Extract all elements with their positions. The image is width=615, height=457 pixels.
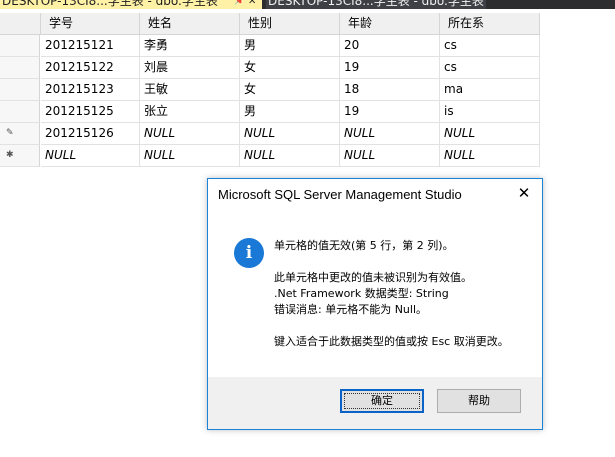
table-cell[interactable]: 刘晨 [140, 57, 240, 79]
column-header[interactable]: 所在系 [440, 13, 540, 35]
table-cell[interactable]: 201215126 [41, 123, 140, 145]
column-header[interactable]: 学号 [41, 13, 140, 35]
table-cell[interactable]: 李勇 [140, 35, 240, 57]
focus-rectangle [344, 393, 420, 409]
table-cell[interactable]: NULL [41, 145, 140, 167]
column-header[interactable]: 年龄 [340, 13, 440, 35]
tab-student-table-active[interactable]: DESKTOP-13CI8...学生表 - dbo.学生表 📌 ✕ [0, 0, 262, 9]
table-cell[interactable]: 201215122 [41, 57, 140, 79]
table-cell[interactable]: NULL [240, 145, 340, 167]
table-cell[interactable]: 女 [240, 79, 340, 101]
dialog-message-line: 此单元格中更改的值未被识别为有效值。 [274, 271, 472, 284]
table-cell[interactable]: 20 [340, 35, 440, 57]
table-cell[interactable]: NULL [440, 145, 540, 167]
error-dialog: Microsoft SQL Server Management Studio ✕… [207, 178, 543, 430]
table-cell[interactable]: cs [440, 35, 540, 57]
table-cell[interactable]: is [440, 101, 540, 123]
dialog-title: Microsoft SQL Server Management Studio [218, 187, 462, 202]
info-icon: i [234, 238, 264, 268]
row-selector[interactable] [0, 79, 40, 101]
row-selector[interactable]: ✎ [0, 123, 40, 145]
table-cell[interactable]: cs [440, 57, 540, 79]
dialog-message-line: .Net Framework 数据类型: String [274, 287, 449, 300]
table-cell[interactable]: 男 [240, 35, 340, 57]
table-cell[interactable]: 201215121 [41, 35, 140, 57]
table-cell[interactable]: NULL [340, 145, 440, 167]
dialog-button-bar: 确定 帮助 [208, 377, 542, 429]
column-header[interactable]: 姓名 [140, 13, 240, 35]
table-cell[interactable]: NULL [140, 145, 240, 167]
help-button-label: 帮助 [468, 394, 490, 407]
help-button[interactable]: 帮助 [437, 389, 521, 413]
row-selector[interactable] [0, 101, 40, 123]
row-selector[interactable] [0, 35, 40, 57]
table-cell[interactable]: 张立 [140, 101, 240, 123]
close-icon[interactable]: ✕ [515, 184, 533, 202]
pin-icon[interactable]: 📌 [234, 0, 245, 9]
tab-student-table[interactable]: DESKTOP-13CI8...学生表 - dbo.学生表 [266, 0, 486, 9]
table-cell[interactable]: 王敏 [140, 79, 240, 101]
table-cell[interactable]: 19 [340, 57, 440, 79]
dialog-message-line: 键入适合于此数据类型的值或按 Esc 取消更改。 [274, 335, 509, 348]
table-cell[interactable]: NULL [240, 123, 340, 145]
table-cell[interactable]: 201215123 [41, 79, 140, 101]
dialog-message-line: 单元格的值无效(第 5 行，第 2 列)。 [274, 239, 454, 252]
dialog-message-line: 错误消息: 单元格不能为 Null。 [274, 303, 428, 316]
row-selector[interactable]: ✱ [0, 145, 40, 167]
table-cell[interactable]: 男 [240, 101, 340, 123]
row-header-corner [0, 13, 41, 35]
table-cell[interactable]: NULL [140, 123, 240, 145]
table-cell[interactable]: 18 [340, 79, 440, 101]
table-cell[interactable]: 19 [340, 101, 440, 123]
table-cell[interactable]: ma [440, 79, 540, 101]
row-selector[interactable] [0, 57, 40, 79]
ok-button[interactable]: 确定 [340, 389, 424, 413]
tab-label: DESKTOP-13CI8...学生表 - dbo.学生表 [2, 0, 218, 8]
tab-label: DESKTOP-13CI8...学生表 - dbo.学生表 [268, 0, 484, 8]
table-cell[interactable]: 女 [240, 57, 340, 79]
table-cell[interactable]: 201215125 [41, 101, 140, 123]
column-header[interactable]: 性别 [240, 13, 340, 35]
document-tab-strip: DESKTOP-13CI8...学生表 - dbo.学生表 📌 ✕ DESKTO… [0, 0, 615, 9]
table-cell[interactable]: NULL [340, 123, 440, 145]
table-cell[interactable]: NULL [440, 123, 540, 145]
close-tab-icon[interactable]: ✕ [248, 0, 256, 9]
